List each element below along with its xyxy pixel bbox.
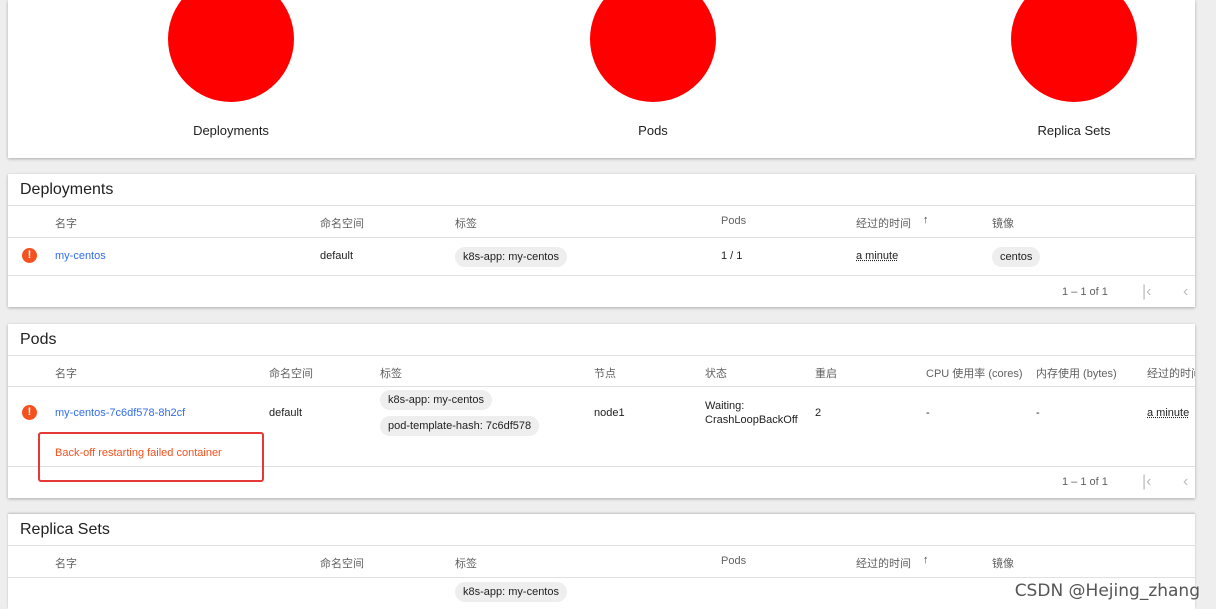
deployment-namespace: default <box>320 250 353 262</box>
pods-title: Pods <box>20 331 56 349</box>
column-header-name[interactable]: 名字 <box>55 555 77 571</box>
pod-name-link[interactable]: my-centos-7c6df578-8h2cf <box>55 407 185 419</box>
column-header-status[interactable]: 状态 <box>705 365 727 381</box>
column-header-labels: 标签 <box>380 365 402 381</box>
divider <box>8 205 1195 206</box>
error-highlight-box <box>38 432 264 482</box>
label-chip: k8s-app: my-centos <box>380 390 492 410</box>
divider <box>8 355 1195 356</box>
pod-namespace: default <box>269 407 302 419</box>
sort-ascending-icon[interactable]: ↑ <box>923 214 929 226</box>
column-header-age[interactable]: 经过的时间 <box>856 555 911 571</box>
column-header-cpu[interactable]: CPU 使用率 (cores) <box>926 365 1023 381</box>
column-header-namespace[interactable]: 命名空间 <box>269 365 313 381</box>
column-header-node[interactable]: 节点 <box>594 365 616 381</box>
column-header-memory[interactable]: 内存使用 (bytes) <box>1036 365 1117 381</box>
pods-chart-label: Pods <box>553 123 753 138</box>
label-chip: k8s-app: my-centos <box>455 247 567 267</box>
replica-sets-status-circle <box>1011 0 1137 102</box>
pods-status-circle <box>590 0 716 102</box>
deployment-name-link[interactable]: my-centos <box>55 250 106 262</box>
column-header-images: 镜像 <box>992 215 1014 231</box>
deployments-title: Deployments <box>20 181 113 199</box>
column-header-pods: Pods <box>721 555 746 567</box>
replica-sets-title: Replica Sets <box>20 521 110 539</box>
pod-node: node1 <box>594 407 625 419</box>
pod-status-line2: CrashLoopBackOff <box>705 414 798 426</box>
divider <box>8 275 1195 276</box>
deployments-status-chart: Deployments <box>131 0 331 138</box>
pod-restarts: 2 <box>815 407 821 419</box>
pod-age: a minute <box>1147 407 1189 419</box>
first-page-icon[interactable]: |‹ <box>1142 283 1151 301</box>
previous-page-icon[interactable]: ‹ <box>1183 473 1188 491</box>
error-icon: ! <box>22 248 37 263</box>
deployments-status-circle <box>168 0 294 102</box>
replica-sets-chart-label: Replica Sets <box>974 123 1174 138</box>
pod-memory: - <box>1036 407 1040 419</box>
sort-ascending-icon[interactable]: ↑ <box>923 554 929 566</box>
column-header-namespace[interactable]: 命名空间 <box>320 555 364 571</box>
pod-status-line1: Waiting: <box>705 400 744 412</box>
column-header-pods: Pods <box>721 215 746 227</box>
divider <box>8 577 1195 578</box>
replica-sets-status-chart: Replica Sets <box>974 0 1174 138</box>
pagination-range: 1 – 1 of 1 <box>1062 286 1108 298</box>
divider <box>8 545 1195 546</box>
divider <box>8 386 1195 387</box>
column-header-images: 镜像 <box>992 555 1014 571</box>
deployment-pods: 1 / 1 <box>721 250 742 262</box>
column-header-restarts[interactable]: 重启 <box>815 365 837 381</box>
pagination-range: 1 – 1 of 1 <box>1062 476 1108 488</box>
deployments-card: Deployments 名字 命名空间 标签 Pods 经过的时间 ↑ 镜像 !… <box>8 174 1195 307</box>
column-header-age[interactable]: 经过的时间 <box>856 215 911 231</box>
label-chip: pod-template-hash: 7c6df578 <box>380 416 539 436</box>
column-header-name[interactable]: 名字 <box>55 365 77 381</box>
column-header-labels: 标签 <box>455 555 477 571</box>
first-page-icon[interactable]: |‹ <box>1142 473 1151 491</box>
divider <box>8 237 1195 238</box>
workload-status-card: Deployments Pods Replica Sets <box>8 0 1195 158</box>
column-header-namespace[interactable]: 命名空间 <box>320 215 364 231</box>
column-header-name[interactable]: 名字 <box>55 215 77 231</box>
image-chip: centos <box>992 247 1040 267</box>
deployments-chart-label: Deployments <box>131 123 331 138</box>
column-header-labels: 标签 <box>455 215 477 231</box>
watermark: CSDN @Hejing_zhang <box>1015 581 1200 601</box>
error-icon: ! <box>22 405 37 420</box>
column-header-age[interactable]: 经过的时间 <box>1147 365 1195 381</box>
label-chip: k8s-app: my-centos <box>455 582 567 602</box>
pod-cpu: - <box>926 407 930 419</box>
pods-status-chart: Pods <box>553 0 753 138</box>
previous-page-icon[interactable]: ‹ <box>1183 283 1188 301</box>
deployment-age: a minute <box>856 250 898 262</box>
